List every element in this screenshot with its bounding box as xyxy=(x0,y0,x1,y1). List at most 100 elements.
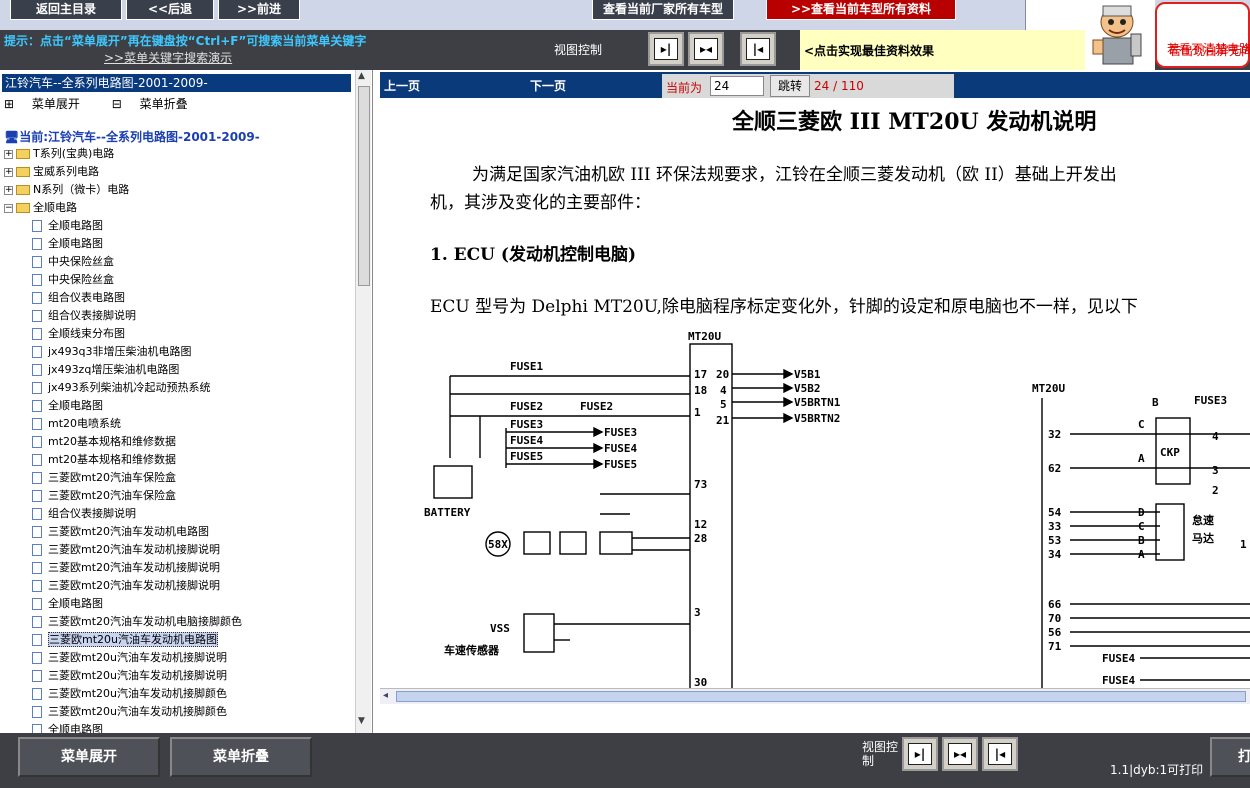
all-models-button[interactable]: 查看当前厂家所有车型 xyxy=(592,0,734,20)
tree-item[interactable]: 组合仪表电路图 xyxy=(32,290,125,307)
tree-item[interactable]: jx493q3非增压柴油机电路图 xyxy=(32,344,192,361)
tree-item[interactable]: 三菱欧mt20汽油车发动机电路图 xyxy=(32,524,209,541)
prev-page-link[interactable]: 上一页 xyxy=(384,77,420,94)
tree-item-label: 三菱欧mt20汽油车发动机接脚说明 xyxy=(48,543,221,556)
view-left-button[interactable]: |◂ xyxy=(740,32,776,66)
tree-item[interactable]: 全顺电路图 xyxy=(32,398,103,415)
scroll-up-icon[interactable]: ▲ xyxy=(358,71,365,81)
folder-icon xyxy=(16,149,30,159)
pin-label: 30 xyxy=(694,676,707,688)
doc-para1-line2: 机，其涉及变化的主要部件： xyxy=(430,193,651,213)
document-icon xyxy=(32,652,42,664)
view-right-button[interactable]: ▸| xyxy=(648,32,684,66)
best-effect-panel: <点击实现最佳资料效果 xyxy=(800,30,1085,70)
tree-item[interactable]: 三菱欧mt20u汽油车发动机接脚说明 xyxy=(32,668,227,685)
tree-item[interactable]: 中央保险丝盒 xyxy=(32,254,114,271)
pin-label: 17 xyxy=(694,368,707,381)
tree-expand-label: 菜单展开 xyxy=(31,97,80,111)
tree-item[interactable]: 三菱欧mt20u汽油车发动机接脚颜色 xyxy=(32,686,227,703)
arrows-split-icon: ▸◂ xyxy=(948,743,972,765)
tree-folder[interactable]: + T系列(宝典)电路 xyxy=(4,146,114,163)
tree-item[interactable]: 三菱欧mt20汽油车发动机接脚说明 xyxy=(32,560,220,577)
search-demo-link[interactable]: >>菜单关键字搜索演示 xyxy=(104,49,232,66)
tree-ops: ⊞ 菜单展开 ⊟ 菜单折叠 xyxy=(4,95,216,112)
tree-scroll-thumb[interactable] xyxy=(358,86,370,286)
tree-item[interactable]: mt20电喷系统 xyxy=(32,416,121,433)
bottom-view-both-button[interactable]: ▸◂ xyxy=(942,737,978,771)
tree-item[interactable]: 组合仪表接脚说明 xyxy=(32,308,136,325)
expand-icon[interactable]: + xyxy=(4,149,13,159)
tree-item[interactable]: 三菱欧mt20汽油车发动机接脚说明 xyxy=(32,542,220,559)
tree-item[interactable]: 三菱欧mt20汽油车保险盒 xyxy=(32,488,176,505)
tree-item[interactable]: 全顺电路图 xyxy=(32,218,103,235)
tree-item[interactable]: 三菱欧mt20u汽油车发动机接脚颜色 xyxy=(32,704,227,721)
tree-item[interactable]: 三菱欧mt20汽油车发动机电脑接脚颜色 xyxy=(32,614,242,631)
pin-label: 66 xyxy=(1048,598,1062,611)
pin-label: 62 xyxy=(1048,462,1061,475)
document-icon xyxy=(32,328,42,340)
tree-item-label: 三菱欧mt20u汽油车发动机接脚颜色 xyxy=(48,687,227,700)
next-page-link[interactable]: 下一页 xyxy=(530,77,566,94)
tree-item[interactable]: 全顺电路图 xyxy=(32,722,103,733)
folder-icon xyxy=(16,203,30,213)
tree-item[interactable]: 组合仪表接脚说明 xyxy=(32,506,136,523)
tree-folder-label: T系列(宝典)电路 xyxy=(33,147,115,160)
tree-item[interactable]: 三菱欧mt20u汽油车发动机电路图 xyxy=(32,632,218,649)
jump-button[interactable]: 跳转 xyxy=(770,75,810,97)
doc-hscroll-thumb[interactable] xyxy=(396,691,1246,702)
collapse-icon[interactable]: − xyxy=(4,203,13,213)
pin-letter: D xyxy=(1138,506,1145,519)
tree-item-label: jx493zq增压柴油机电路图 xyxy=(48,363,180,376)
tree-item[interactable]: 全顺线束分布图 xyxy=(32,326,125,343)
output-label: V5B2 xyxy=(794,382,821,395)
tree-item[interactable]: mt20基本规格和维修数据 xyxy=(32,452,176,469)
back-button[interactable]: <<后退 xyxy=(126,0,214,20)
tree-item-label: jx493q3非增压柴油机电路图 xyxy=(48,345,192,358)
tree-expand-link[interactable]: ⊞ 菜单展开 xyxy=(4,97,94,111)
bottom-expand-button[interactable]: 菜单展开 xyxy=(18,737,160,777)
tree-folder-label: 宝威系列电路 xyxy=(33,165,99,178)
menu-tree-panel: 江铃汽车--全系列电路图-2001-2009- ⊞ 菜单展开 ⊟ 菜单折叠 🖥当… xyxy=(0,70,373,733)
bottom-view-right-button[interactable]: ▸| xyxy=(902,737,938,771)
tree-item[interactable]: 三菱欧mt20汽油车保险盒 xyxy=(32,470,176,487)
scroll-down-icon[interactable]: ▼ xyxy=(358,716,365,726)
tree-item[interactable]: 全顺电路图 xyxy=(32,236,103,253)
document-icon xyxy=(32,454,42,466)
tree-folder[interactable]: + N系列（微卡）电路 xyxy=(4,182,129,199)
tree-item[interactable]: 三菱欧mt20u汽油车发动机接脚说明 xyxy=(32,650,227,667)
document-icon xyxy=(32,436,42,448)
document-icon xyxy=(32,292,42,304)
expand-icon[interactable]: + xyxy=(4,185,13,195)
doc-hscrollbar[interactable]: ◂ xyxy=(380,688,1250,704)
all-docs-button[interactable]: >>查看当前车型所有资料 xyxy=(766,0,956,20)
tree-scrollbar[interactable]: ▲ ▼ xyxy=(355,70,371,733)
scroll-left-icon[interactable]: ◂ xyxy=(383,690,388,701)
tree-item-label: 全顺电路图 xyxy=(48,597,103,610)
tree-item-label: 中央保险丝盒 xyxy=(48,273,114,286)
bottom-view-left-button[interactable]: |◂ xyxy=(982,737,1018,771)
bottom-collapse-button[interactable]: 菜单折叠 xyxy=(170,737,312,777)
tree-item-label: jx493系列柴油机冷起动预热系统 xyxy=(48,381,211,394)
fuse-label: FUSE2 xyxy=(580,400,613,413)
tree-current: 🖥当前:江铃汽车--全系列电路图-2001-2009- xyxy=(4,128,260,145)
home-button[interactable]: 返回主目录 xyxy=(10,0,122,20)
document-icon xyxy=(32,346,42,358)
tree-collapse-link[interactable]: ⊟ 菜单折叠 xyxy=(112,97,202,111)
tree-item[interactable]: 全顺电路图 xyxy=(32,596,103,613)
bottom-right-button[interactable]: 打 xyxy=(1210,737,1250,777)
document-icon xyxy=(32,490,42,502)
tree-item[interactable]: 中央保险丝盒 xyxy=(32,272,114,289)
tree-item[interactable]: mt20基本规格和维修数据 xyxy=(32,434,176,451)
tree-item[interactable]: jx493系列柴油机冷起动预热系统 xyxy=(32,380,211,397)
tree-folder[interactable]: + 宝威系列电路 xyxy=(4,164,99,181)
page-number-input[interactable]: 24 xyxy=(710,76,764,96)
expand-icon[interactable]: + xyxy=(4,167,13,177)
forward-button[interactable]: >>前进 xyxy=(218,0,300,20)
fuse-label: FUSE4 xyxy=(1102,674,1135,687)
view-both-button[interactable]: ▸◂ xyxy=(688,32,724,66)
tree-item[interactable]: jx493zq增压柴油机电路图 xyxy=(32,362,179,379)
document-icon xyxy=(32,580,42,592)
fuse-label: FUSE1 xyxy=(510,360,543,373)
tree-folder[interactable]: − 全顺电路 xyxy=(4,200,77,217)
tree-item[interactable]: 三菱欧mt20汽油车发动机接脚说明 xyxy=(32,578,220,595)
